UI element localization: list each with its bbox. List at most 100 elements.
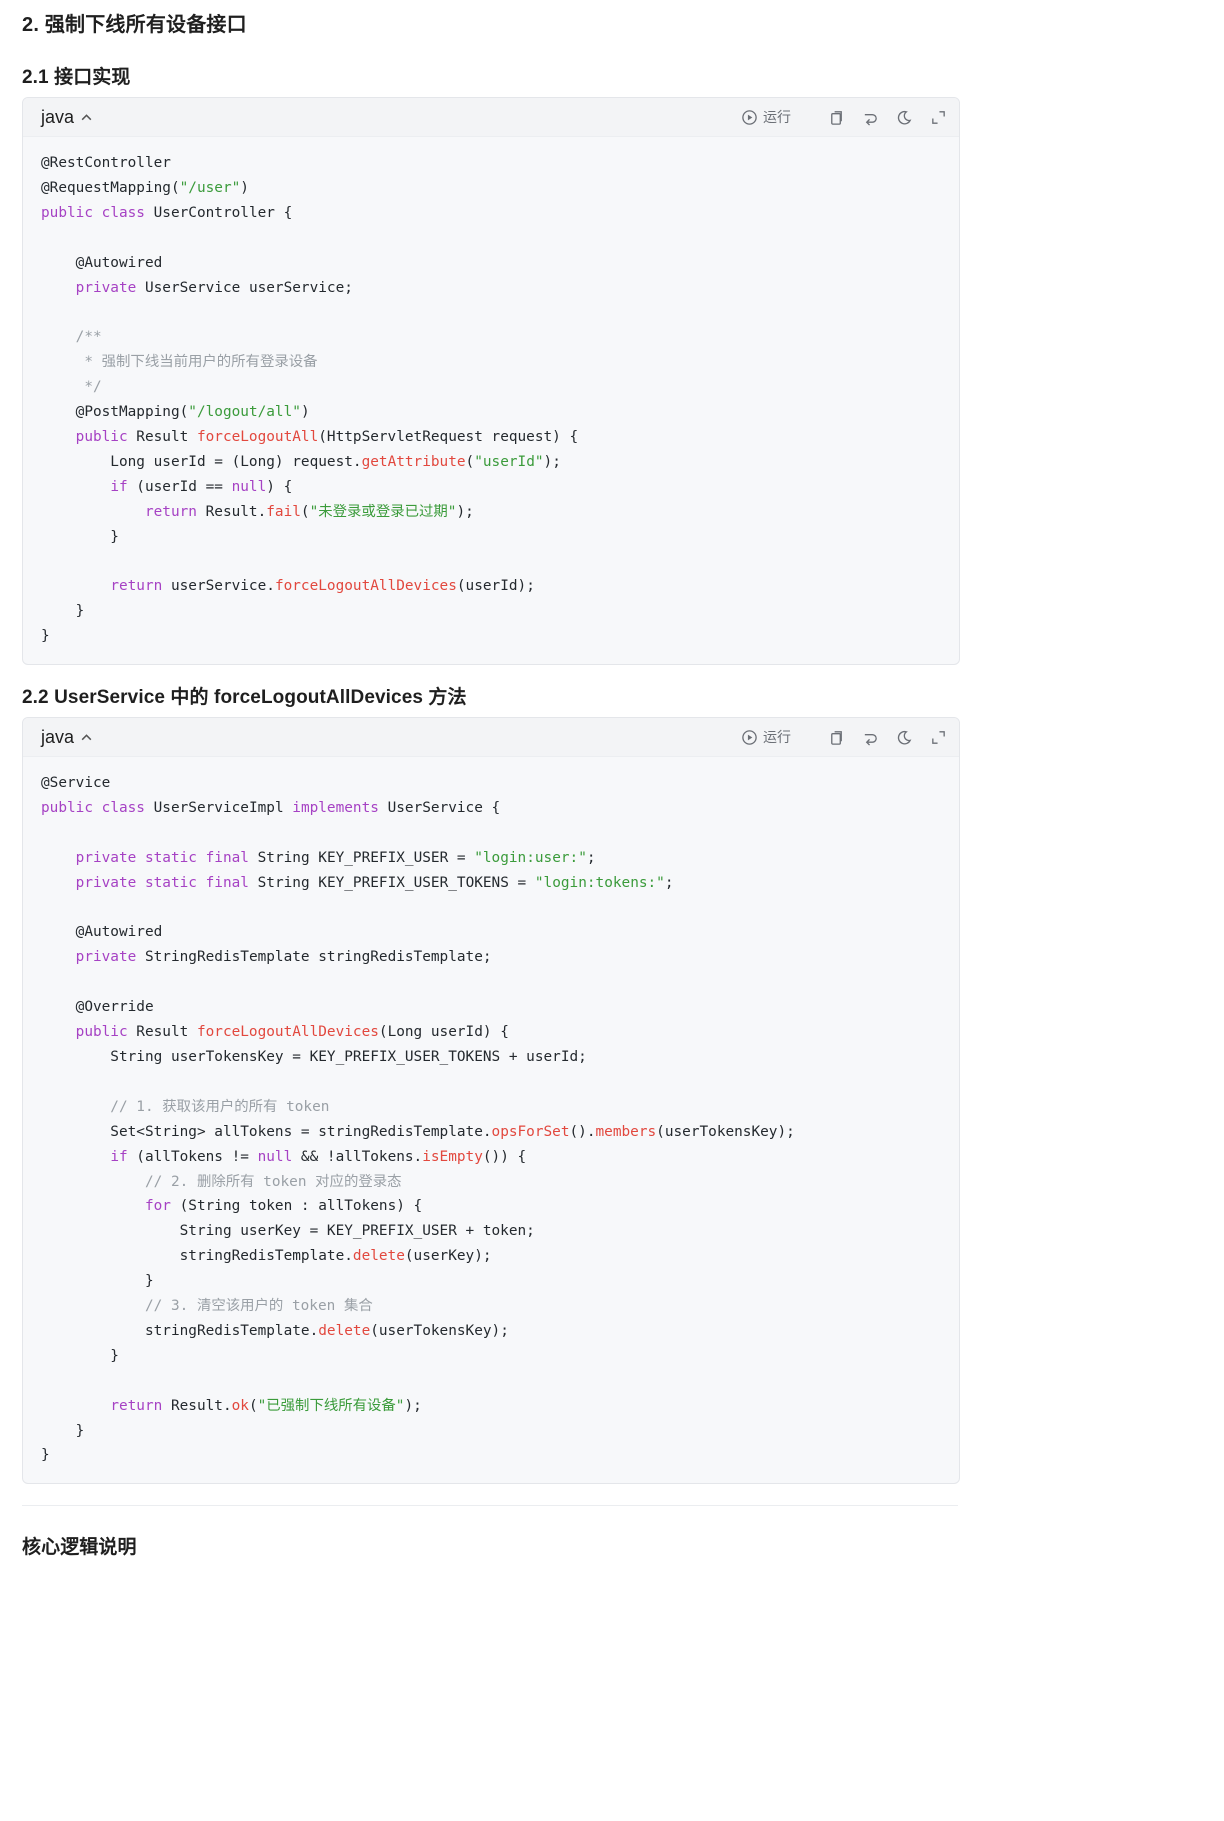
code-token: @Autowired xyxy=(41,254,163,271)
code-token: delete xyxy=(318,1322,371,1339)
code-token: StringRedisTemplate stringRedisTemplate; xyxy=(136,949,492,966)
theme-button[interactable] xyxy=(895,107,913,127)
chevron-up-icon xyxy=(81,734,92,741)
expand-button[interactable] xyxy=(929,107,947,127)
code-token: null xyxy=(231,478,267,495)
run-button[interactable]: 运行 xyxy=(741,107,791,127)
wrap-button[interactable] xyxy=(861,727,879,747)
theme-button[interactable] xyxy=(895,727,913,747)
code-line: } xyxy=(41,624,941,649)
expand-icon xyxy=(931,110,945,124)
code-line: @RestController xyxy=(41,151,941,176)
code-token: "login:user:" xyxy=(474,849,587,866)
code-token: implements xyxy=(292,799,379,816)
code-token: if xyxy=(110,1148,128,1165)
copy-button[interactable] xyxy=(827,727,845,747)
code-line: public class UserServiceImpl implements … xyxy=(41,796,941,821)
code-token: private xyxy=(75,849,137,866)
code-token: class xyxy=(101,799,145,816)
code-content: @RestController @RequestMapping("/user") p… xyxy=(23,137,959,663)
code-token: } xyxy=(41,528,119,545)
subsection-heading-interface: 2.1 接口实现 xyxy=(22,67,131,88)
code-token: */ xyxy=(41,379,102,396)
code-token: "/logout/all" xyxy=(188,404,301,421)
language-toggle[interactable]: java xyxy=(41,727,93,748)
code-line: /** xyxy=(41,325,941,350)
code-token: "userId" xyxy=(474,453,544,470)
code-token: private xyxy=(75,874,137,891)
code-line: @Autowired xyxy=(41,251,941,276)
code-token: (HttpServletRequest request) { xyxy=(318,428,579,445)
wrap-icon xyxy=(864,733,877,746)
code-token: forceLogoutAll xyxy=(196,428,319,445)
play-circle-icon xyxy=(742,109,757,125)
code-token: delete xyxy=(352,1248,405,1265)
code-line: private static final String KEY_PREFIX_U… xyxy=(41,871,941,896)
language-toggle[interactable]: java xyxy=(41,107,93,128)
code-token: @Service xyxy=(41,775,111,791)
code-token: public xyxy=(75,1024,128,1041)
code-token: Result xyxy=(127,428,197,445)
code-token: public xyxy=(41,204,93,221)
code-token: @RestController xyxy=(41,155,171,171)
code-token: ( xyxy=(248,1397,258,1414)
code-token: "已强制下线所有设备" xyxy=(257,1397,405,1414)
code-token: } xyxy=(41,1347,119,1364)
code-token: (userId); xyxy=(456,578,535,595)
run-button[interactable]: 运行 xyxy=(741,727,791,747)
code-token: && !allTokens. xyxy=(292,1148,423,1165)
code-line: return Result.fail("未登录或登录已过期"); xyxy=(41,500,941,525)
code-line: @Override xyxy=(41,995,941,1020)
subsection-heading-service: 2.2 UserService 中的 forceLogoutAllDevices… xyxy=(22,687,467,708)
code-token: ) { xyxy=(266,478,293,495)
code-line: for (String token : allTokens) { xyxy=(41,1194,941,1219)
code-line: return Result.ok("已强制下线所有设备"); xyxy=(41,1394,941,1419)
code-token: stringRedisTemplate. xyxy=(41,1322,319,1339)
code-token: UserService { xyxy=(378,799,501,816)
expand-button[interactable] xyxy=(929,727,947,747)
code-token: final xyxy=(205,849,249,866)
code-token: (userId == xyxy=(127,478,232,495)
code-token: ) xyxy=(240,179,249,196)
theme-moon-icon xyxy=(897,730,911,744)
divider xyxy=(22,1505,958,1506)
play-circle-icon xyxy=(742,729,757,745)
code-token: UserService userService; xyxy=(136,279,353,296)
code-line: private static final String KEY_PREFIX_U… xyxy=(41,846,941,871)
code-token: private xyxy=(75,279,137,296)
code-line: } xyxy=(41,1443,941,1468)
code-token: userService. xyxy=(162,578,275,595)
code-token: members xyxy=(595,1123,657,1140)
run-label: 运行 xyxy=(763,109,791,125)
code-token: // 3. 清空该用户的 token 集合 xyxy=(41,1298,373,1315)
copy-button[interactable] xyxy=(827,107,845,127)
code-line: if (allTokens != null && !allTokens.isEm… xyxy=(41,1145,941,1170)
code-line: stringRedisTemplate.delete(userKey); xyxy=(41,1244,941,1269)
code-token: } xyxy=(41,603,85,620)
code-block-controller: java 运行 @RestController @RequestMapping("… xyxy=(22,97,960,665)
code-token: static xyxy=(144,849,197,866)
code-token: "login:tokens:" xyxy=(534,874,665,891)
code-line: @PostMapping("/logout/all") xyxy=(41,400,941,425)
code-token: Result. xyxy=(162,1397,232,1414)
code-line: } xyxy=(41,599,941,624)
code-token: static xyxy=(144,874,197,891)
code-token: isEmpty xyxy=(422,1148,483,1165)
code-token: class xyxy=(101,204,145,221)
wrap-button[interactable] xyxy=(861,107,879,127)
code-token: (). xyxy=(569,1123,596,1140)
code-line: String userTokensKey = KEY_PREFIX_USER_T… xyxy=(41,1045,941,1070)
code-token: (String token : allTokens) { xyxy=(170,1198,423,1215)
